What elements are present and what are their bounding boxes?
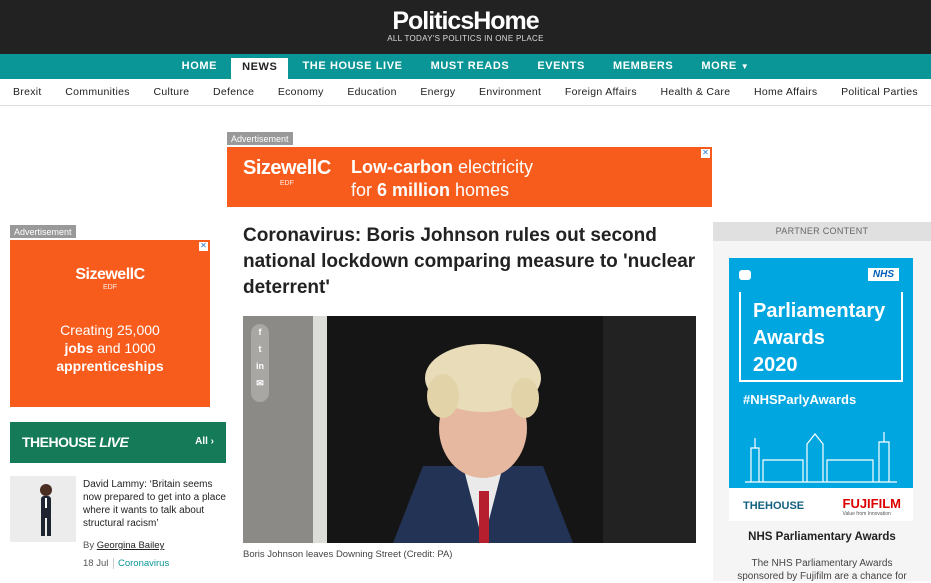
topic-political-parties[interactable]: Political Parties: [841, 86, 918, 98]
main-nav: HOME NEWS THE HOUSE LIVE MUST READS EVEN…: [0, 54, 931, 79]
story-date: 18 Jul: [83, 558, 109, 569]
partner-title[interactable]: NHS Parliamentary Awards: [713, 531, 931, 543]
topic-defence[interactable]: Defence: [213, 86, 254, 98]
topic-culture[interactable]: Culture: [153, 86, 189, 98]
topic-economy[interactable]: Economy: [278, 86, 324, 98]
left-advertisement[interactable]: Advertisement ✕ SizewellC EDF Creating 2…: [10, 222, 210, 407]
story-byline: By Georgina Bailey: [83, 540, 164, 551]
ad-brand-sub: EDF: [103, 284, 117, 291]
sponsor-name: FUJIFILM: [842, 496, 902, 511]
nav-must-reads[interactable]: MUST READS: [417, 54, 524, 79]
twitter-icon[interactable]: t: [251, 341, 269, 358]
story-meta: 18 Jul Coronavirus: [83, 558, 170, 569]
sizewell-logo: SizewellC EDF: [243, 157, 331, 187]
topic-energy[interactable]: Energy: [420, 86, 455, 98]
ad-copy: Low-carbon electricity for 6 million hom…: [351, 156, 533, 202]
close-icon[interactable]: ✕: [199, 242, 208, 251]
byline-prefix: By: [83, 540, 97, 551]
awards-line3: 2020: [753, 354, 798, 376]
awards-line1: Parliamentary: [753, 300, 886, 322]
story-headline[interactable]: David Lammy: ‘Britain seems now prepared…: [83, 478, 226, 530]
ad-banner[interactable]: ✕ SizewellC EDF Creating 25,000 jobs and…: [10, 240, 210, 407]
ad-copy-line1: Creating 25,000: [60, 322, 160, 338]
chevron-down-icon: ▼: [740, 62, 750, 71]
the-house-logo: THEHOUSE: [743, 500, 805, 512]
awards-line2: Awards: [753, 327, 825, 349]
nav-members[interactable]: MEMBERS: [599, 54, 687, 79]
topic-home-affairs[interactable]: Home Affairs: [754, 86, 818, 98]
article-photo: f t in ✉: [243, 316, 696, 543]
ad-copy-bold2: 6 million: [377, 180, 451, 200]
ad-copy-rest2: and 1000: [93, 340, 156, 356]
nav-news[interactable]: NEWS: [231, 58, 289, 79]
ad-brand: SizewellC: [75, 266, 145, 283]
partner-text: The NHS Parliamentary Awards sponsored b…: [737, 558, 907, 582]
house-title-b: LIVE: [99, 434, 129, 450]
fujifilm-logo: FUJIFILM Value from Innovation: [843, 496, 902, 517]
house-live-title: THEHOUSE LIVE: [22, 434, 129, 450]
email-icon[interactable]: ✉: [251, 375, 269, 392]
topic-health-care[interactable]: Health & Care: [661, 86, 731, 98]
partner-header: PARTNER CONTENT: [713, 222, 931, 241]
nav-more[interactable]: MORE ▼: [687, 54, 763, 79]
logo-tagline: ALL TODAY'S POLITICS IN ONE PLACE: [387, 34, 544, 43]
ad-copy-pre2: for: [351, 180, 378, 200]
nhs-logo: NHS: [867, 268, 899, 281]
ad-brand: SizewellC: [243, 157, 331, 179]
crest-icon: [739, 270, 751, 280]
ad-copy-bold3: apprenticeships: [56, 358, 164, 374]
nav-home[interactable]: HOME: [168, 54, 231, 79]
ad-banner[interactable]: ✕ SizewellC EDF Low-carbon electricity f…: [227, 147, 712, 207]
chevron-right-icon: ›: [210, 436, 214, 447]
author-link[interactable]: Georgina Bailey: [97, 540, 165, 551]
awards-hashtag: #NHSParlyAwards: [743, 392, 857, 407]
ad-label: Advertisement: [227, 132, 293, 145]
house-title-a: THEHOUSE: [22, 434, 96, 450]
ad-copy-bold2: jobs: [64, 340, 94, 356]
partner-banner[interactable]: NHS Parliamentary Awards 2020 #NHSParlyA…: [729, 258, 913, 521]
topic-foreign-affairs[interactable]: Foreign Affairs: [565, 86, 637, 98]
ad-copy-bold1: Low-carbon: [351, 157, 453, 177]
ad-brand-sub: EDF: [279, 180, 294, 187]
the-house-live-banner[interactable]: THEHOUSE LIVE All ›: [10, 422, 226, 463]
top-advertisement[interactable]: Advertisement ✕ SizewellC EDF Low-carbon…: [227, 129, 712, 207]
topic-communities[interactable]: Communities: [65, 86, 130, 98]
house-all-label: All: [195, 436, 208, 447]
parliament-skyline-icon: [745, 432, 897, 483]
ad-copy-rest1: electricity: [453, 157, 534, 177]
photo-caption: Boris Johnson leaves Downing Street (Cre…: [243, 549, 453, 560]
topic-nav: Brexit Communities Culture Defence Econo…: [0, 79, 931, 106]
story-thumbnail[interactable]: [10, 476, 76, 542]
article-title: Coronavirus: Boris Johnson rules out sec…: [243, 225, 696, 298]
linkedin-icon[interactable]: in: [251, 358, 269, 375]
partner-content: PARTNER CONTENT NHS Parliamentary Awards…: [713, 222, 931, 582]
ad-copy: Creating 25,000 jobs and 1000 apprentice…: [10, 321, 210, 375]
ad-copy-post2: homes: [450, 180, 510, 200]
close-icon[interactable]: ✕: [701, 149, 710, 158]
photo-illustration: [243, 316, 696, 543]
logo-text: PoliticsHome: [392, 7, 539, 35]
site-logo[interactable]: PoliticsHome ALL TODAY'S POLITICS IN ONE…: [0, 8, 931, 44]
share-bar: f t in ✉: [251, 324, 269, 402]
topic-environment[interactable]: Environment: [479, 86, 541, 98]
site-header: PoliticsHome ALL TODAY'S POLITICS IN ONE…: [0, 0, 931, 54]
topic-brexit[interactable]: Brexit: [13, 86, 42, 98]
sponsor-strip: THEHOUSE FUJIFILM Value from Innovation: [729, 488, 913, 521]
sizewell-logo: SizewellC EDF: [10, 240, 210, 291]
nav-the-house-live[interactable]: THE HOUSE LIVE: [288, 54, 416, 79]
ad-label: Advertisement: [10, 225, 76, 238]
house-all-link[interactable]: All ›: [195, 436, 214, 447]
awards-title: Parliamentary Awards 2020: [739, 292, 903, 382]
nav-events[interactable]: EVENTS: [523, 54, 599, 79]
topic-education[interactable]: Education: [347, 86, 396, 98]
sponsor-sub: Value from Innovation: [842, 511, 891, 517]
nav-more-label: MORE: [701, 60, 737, 72]
story-category[interactable]: Coronavirus: [113, 558, 170, 569]
facebook-icon[interactable]: f: [251, 324, 269, 341]
